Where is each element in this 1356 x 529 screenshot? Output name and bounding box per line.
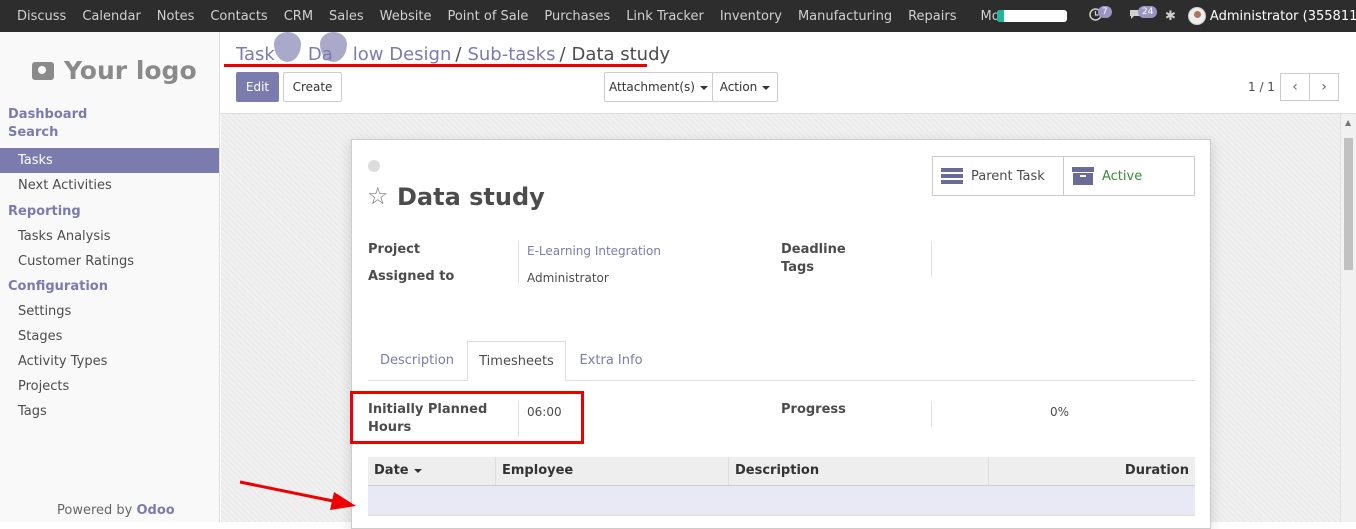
caret-down-icon	[762, 85, 771, 90]
menu-crm[interactable]: CRM	[284, 9, 313, 24]
sidebar-item-projects[interactable]: Projects	[0, 374, 219, 399]
pager-next-button[interactable]: ›	[1309, 73, 1339, 101]
powered-by: Powered by Odoo	[57, 503, 175, 518]
column-duration[interactable]: Duration	[988, 457, 1195, 485]
message-count-badge: 24	[1138, 6, 1158, 18]
tab-description[interactable]: Description	[368, 341, 466, 381]
arrow-annotation-icon	[239, 480, 356, 510]
progress-label: Progress	[781, 402, 846, 417]
sidebar-item-tasks-analysis[interactable]: Tasks Analysis	[0, 224, 219, 249]
sidebar-section-dashboard[interactable]: Dashboard	[0, 106, 219, 124]
action-dropdown[interactable]: Action	[712, 72, 778, 102]
create-button[interactable]: Create	[283, 72, 342, 102]
table-row-add-line[interactable]	[368, 486, 1195, 516]
menu-manufacturing[interactable]: Manufacturing	[798, 9, 892, 24]
parent-task-button[interactable]: Parent Task	[932, 156, 1064, 196]
sidebar-item-tasks[interactable]: Tasks	[0, 148, 219, 173]
star-icon[interactable]: ☆	[367, 183, 389, 209]
sidebar-item-next-activities[interactable]: Next Activities	[0, 173, 219, 198]
breadcrumb-current: Data study	[571, 44, 671, 65]
bug-icon[interactable]: ✱	[1165, 9, 1176, 24]
progress-value: 0%	[1050, 405, 1070, 419]
systray: 7 24 ✱ Administrator (355811-...	[997, 0, 1356, 32]
sidebar-section-configuration[interactable]: Configuration	[0, 278, 219, 296]
timesheet-table-header: Date Employee Description Duration	[368, 457, 1195, 486]
onboarding-progress-bar[interactable]	[997, 10, 1067, 22]
menu-calendar[interactable]: Calendar	[82, 9, 140, 24]
vertical-scrollbar[interactable]: ▲	[1340, 114, 1356, 522]
caret-down-icon	[699, 85, 708, 90]
breadcrumb-sub-tasks[interactable]: Sub-tasks	[467, 44, 555, 65]
menu-purchases[interactable]: Purchases	[544, 9, 610, 24]
active-label: Active	[1102, 168, 1143, 184]
camera-icon	[32, 61, 54, 80]
sidebar-item-tags[interactable]: Tags	[0, 399, 219, 424]
attachments-dropdown[interactable]: Attachment(s)	[604, 72, 713, 102]
tab-timesheets[interactable]: Timesheets	[467, 341, 566, 381]
notebook-tabs: Description Timesheets Extra Info	[368, 341, 1195, 381]
column-date[interactable]: Date	[368, 457, 495, 485]
sidebar-item-customer-ratings[interactable]: Customer Ratings	[0, 249, 219, 274]
task-title: Data study	[397, 183, 545, 211]
assigned-to-label: Assigned to	[368, 269, 455, 284]
logo-text: Your logo	[64, 56, 197, 85]
pager-previous-button[interactable]: ‹	[1280, 73, 1310, 101]
parent-task-label: Parent Task	[971, 168, 1045, 184]
list-icon	[941, 167, 963, 185]
top-navbar: Discuss Calendar Notes Contacts CRM Sale…	[0, 0, 1356, 32]
chevron-left-icon: ‹	[1292, 79, 1298, 95]
menu-contacts[interactable]: Contacts	[210, 9, 267, 24]
sidebar-item-activity-types[interactable]: Activity Types	[0, 349, 219, 374]
deadline-label: Deadline	[781, 242, 846, 257]
scrollbar-thumb[interactable]	[1344, 138, 1353, 270]
scroll-up-icon[interactable]: ▲	[1345, 118, 1351, 127]
menu-sales[interactable]: Sales	[329, 9, 364, 24]
column-description[interactable]: Description	[728, 457, 988, 485]
tab-extra-info[interactable]: Extra Info	[566, 341, 656, 381]
progress-fill	[997, 10, 1004, 22]
odoo-link[interactable]: Odoo	[137, 503, 175, 518]
menu-notes[interactable]: Notes	[157, 9, 195, 24]
menu-link-tracker[interactable]: Link Tracker	[626, 9, 704, 24]
chevron-right-icon: ›	[1321, 79, 1327, 95]
tags-label: Tags	[781, 260, 815, 275]
sidebar-item-stages[interactable]: Stages	[0, 324, 219, 349]
attachments-label: Attachment(s)	[609, 80, 695, 94]
assigned-to-value[interactable]: Administrator	[527, 271, 609, 285]
pager-value[interactable]: 1 / 1	[1248, 80, 1275, 94]
sidebar-nav: Dashboard Search Tasks Next Activities R…	[0, 106, 219, 424]
menu-website[interactable]: Website	[380, 9, 432, 24]
breadcrumb-fragment-low-design: low Design	[352, 44, 452, 65]
menu-discuss[interactable]: Discuss	[17, 9, 66, 24]
menu-repairs[interactable]: Repairs	[908, 9, 956, 24]
active-toggle-button[interactable]: Active	[1063, 156, 1195, 196]
user-avatar[interactable]	[1187, 7, 1206, 25]
project-label: Project	[368, 242, 421, 257]
activity-count-badge: 7	[1098, 6, 1112, 18]
sort-down-icon	[413, 468, 422, 473]
company-logo[interactable]: Your logo	[32, 56, 197, 85]
highlight-underline	[224, 64, 647, 67]
kanban-state-icon[interactable]	[368, 160, 380, 172]
powered-prefix: Powered by	[57, 503, 133, 518]
menu-inventory[interactable]: Inventory	[720, 9, 782, 24]
sidebar: Your logo Dashboard Search Tasks Next Ac…	[0, 32, 220, 522]
sidebar-section-reporting[interactable]: Reporting	[0, 203, 219, 221]
edit-button[interactable]: Edit	[236, 72, 279, 102]
archive-icon	[1072, 167, 1094, 185]
sidebar-item-settings[interactable]: Settings	[0, 299, 219, 324]
menu-point-of-sale[interactable]: Point of Sale	[447, 9, 528, 24]
column-employee[interactable]: Employee	[495, 457, 728, 485]
sidebar-section-search[interactable]: Search	[0, 124, 219, 142]
activity-icon[interactable]: 7	[1089, 6, 1112, 24]
project-value[interactable]: E-Learning Integration	[527, 244, 661, 258]
breadcrumb: Task Da low Design / Sub-tasks / Data study	[236, 44, 671, 65]
highlight-box	[350, 391, 584, 444]
breadcrumb-tasks[interactable]: Task	[236, 44, 275, 65]
user-menu[interactable]: Administrator (355811-...	[1210, 9, 1356, 24]
messaging-icon[interactable]: 24	[1129, 6, 1158, 24]
action-label: Action	[719, 80, 758, 94]
app-menu: Discuss Calendar Notes Contacts CRM Sale…	[0, 0, 1042, 32]
